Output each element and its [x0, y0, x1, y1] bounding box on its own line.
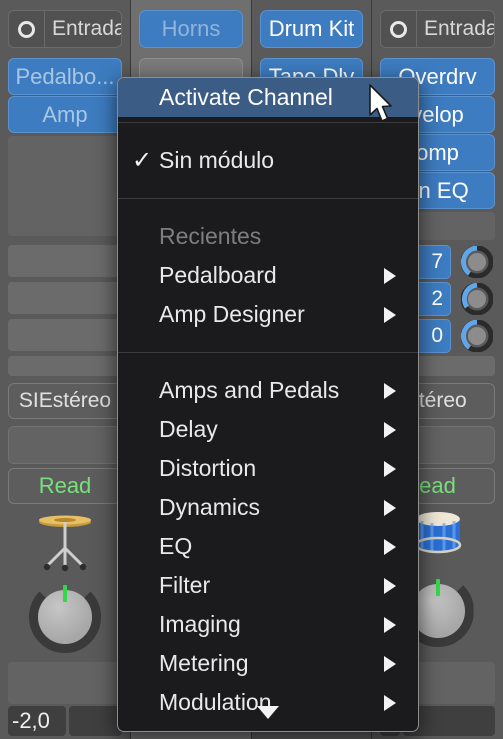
- automation-label: Read: [38, 473, 92, 498]
- menu-item-label: Amp Designer: [159, 301, 305, 327]
- menu-item-amps-and-pedals[interactable]: Amps and Pedals: [118, 371, 418, 410]
- menu-section-header-recientes: Recientes: [118, 217, 418, 256]
- channel-strip-1[interactable]: Entrada Pedalbo... Amp SIEstéreo Read -2…: [0, 0, 131, 739]
- menu-item-sin-modulo[interactable]: ✓ Sin módulo: [118, 141, 418, 180]
- menu-spacer: [118, 204, 418, 217]
- menu-item-label: Imaging: [159, 611, 241, 637]
- channel-name-button-3[interactable]: Drum Kit: [260, 10, 363, 48]
- hi-hat-cymbal-icon[interactable]: [8, 505, 122, 575]
- pan-indicator: [63, 585, 67, 602]
- insert-slot-1-1[interactable]: Pedalbo...: [8, 58, 122, 95]
- send-label: 0: [431, 324, 443, 347]
- menu-separator: [118, 122, 418, 123]
- pan-indicator: [435, 579, 440, 596]
- output-label: SIEstéreo: [18, 389, 112, 412]
- channel-name-label: Drum Kit: [268, 16, 355, 41]
- plugin-selection-menu[interactable]: Activate Channel ✓ Sin módulo Recientes …: [117, 77, 419, 732]
- submenu-arrow-icon: [384, 499, 396, 516]
- insert-label: Pedalbo...: [15, 63, 115, 89]
- menu-item-label: Recientes: [159, 223, 262, 249]
- menu-item-label: Metering: [159, 650, 249, 676]
- input-button-4[interactable]: Entrada: [380, 10, 495, 48]
- menu-spacer: [118, 358, 418, 371]
- menu-item-label: Pedalboard: [159, 262, 277, 288]
- send-slot-1-1[interactable]: [8, 245, 122, 277]
- volume-value-field[interactable]: -2,0: [8, 706, 66, 736]
- menu-item-label: Amps and Pedals: [159, 377, 340, 403]
- submenu-arrow-icon: [384, 421, 396, 438]
- menu-item-label: EQ: [159, 533, 193, 559]
- chevron-down-icon: [257, 705, 279, 719]
- send-knob-3[interactable]: [460, 319, 494, 353]
- channel-name-button-2[interactable]: Horns: [139, 10, 243, 48]
- menu-scroll-down-button[interactable]: [118, 699, 418, 725]
- checkmark-icon: ✓: [132, 146, 153, 174]
- send-slot-1-3[interactable]: [8, 319, 122, 351]
- automation-button-1[interactable]: Read: [8, 468, 122, 504]
- submenu-arrow-icon: [384, 538, 396, 555]
- send-knob-1[interactable]: [460, 245, 494, 279]
- menu-item-amp-designer[interactable]: Amp Designer: [118, 295, 418, 334]
- menu-spacer: [118, 334, 418, 347]
- submenu-arrow-icon: [384, 655, 396, 672]
- menu-item-distortion[interactable]: Distortion: [118, 449, 418, 488]
- send-knob-2[interactable]: [460, 282, 494, 316]
- menu-item-label: Multi Effects: [159, 728, 284, 731]
- peak-value-field[interactable]: [69, 706, 122, 736]
- menu-spacer: [118, 180, 418, 193]
- menu-item-delay[interactable]: Delay: [118, 410, 418, 449]
- group-button-1[interactable]: [8, 426, 122, 464]
- menu-item-label: Dynamics: [159, 494, 260, 520]
- menu-item-label: Delay: [159, 416, 218, 442]
- submenu-arrow-icon: [384, 616, 396, 633]
- menu-item-eq[interactable]: EQ: [118, 527, 418, 566]
- insert-slot-1-2[interactable]: Amp: [8, 96, 122, 133]
- insert-empty-area-1[interactable]: [8, 136, 122, 236]
- record-circle-icon: [381, 11, 417, 47]
- send-slot-1-4[interactable]: [8, 356, 122, 376]
- menu-item-label: Filter: [159, 572, 211, 598]
- input-button-1[interactable]: Entrada: [8, 10, 122, 48]
- input-label: Entrada: [52, 17, 122, 40]
- output-button-1[interactable]: SIEstéreo: [8, 383, 122, 419]
- submenu-arrow-icon: [384, 267, 396, 284]
- channel-name-label: Horns: [161, 16, 221, 41]
- submenu-arrow-icon: [384, 577, 396, 594]
- menu-separator: [118, 198, 418, 199]
- send-label: 7: [431, 250, 443, 273]
- fader-area-1[interactable]: [8, 662, 122, 704]
- submenu-arrow-icon: [384, 382, 396, 399]
- menu-item-label: Activate Channel: [159, 84, 333, 110]
- menu-spacer: [118, 128, 418, 141]
- send-label: 2: [431, 287, 443, 310]
- value-row-1: -2,0: [8, 706, 122, 736]
- mixer-window: Entrada Pedalbo... Amp SIEstéreo Read -2…: [0, 0, 503, 739]
- menu-item-activate-channel[interactable]: Activate Channel: [118, 78, 418, 117]
- pan-knob-1[interactable]: [0, 578, 130, 656]
- menu-item-label: Distortion: [159, 455, 257, 481]
- menu-item-dynamics[interactable]: Dynamics: [118, 488, 418, 527]
- menu-item-filter[interactable]: Filter: [118, 566, 418, 605]
- insert-label: velop: [411, 101, 464, 127]
- menu-separator: [118, 352, 418, 353]
- input-label: Entrada: [424, 17, 495, 40]
- submenu-arrow-icon: [384, 306, 396, 323]
- menu-item-metering[interactable]: Metering: [118, 644, 418, 683]
- send-slot-1-2[interactable]: [8, 282, 122, 314]
- menu-item-pedalboard[interactable]: Pedalboard: [118, 256, 418, 295]
- submenu-arrow-icon: [384, 460, 396, 477]
- insert-label: Amp: [42, 101, 88, 127]
- insert-label: omp: [416, 139, 459, 165]
- record-circle-icon: [9, 11, 45, 47]
- menu-item-label: Sin módulo: [159, 147, 275, 173]
- menu-item-imaging[interactable]: Imaging: [118, 605, 418, 644]
- automation-label: ead: [419, 473, 456, 498]
